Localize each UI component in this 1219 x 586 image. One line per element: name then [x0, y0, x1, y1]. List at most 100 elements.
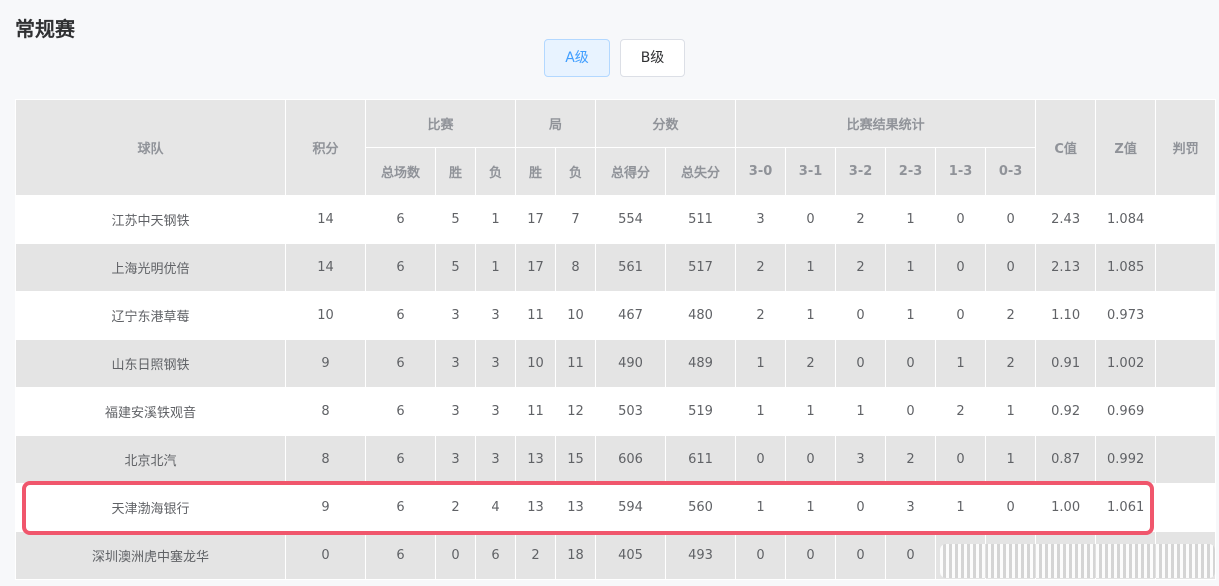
- stat-cell: 0: [735, 531, 787, 580]
- table-row: 福建安溪铁观音 8 6 3 3 11 12 503 519 1 1 1 0 2 1 0.92 0.969: [15, 387, 1217, 436]
- stat-cell: 12: [555, 387, 597, 436]
- stat-cell: 0: [435, 531, 476, 580]
- subheader-cell: 总场数: [365, 147, 436, 196]
- tab-level-b[interactable]: B级: [620, 39, 685, 77]
- stat-cell: [1155, 243, 1217, 292]
- stat-cell: 3: [435, 387, 476, 436]
- stat-cell: 0: [835, 339, 887, 388]
- tab-level-a[interactable]: A级: [544, 39, 610, 77]
- stat-cell: 0: [835, 291, 887, 340]
- stat-cell: 8: [285, 387, 366, 436]
- stat-cell: 2: [735, 243, 787, 292]
- stat-cell: 1: [785, 483, 837, 532]
- stat-cell: 17: [515, 243, 557, 292]
- stat-cell: 14: [285, 243, 366, 292]
- subheader-cell: 负: [474, 147, 517, 196]
- stat-cell: 1: [985, 387, 1037, 436]
- stat-cell: 1.061: [1095, 483, 1157, 532]
- subheader-cell: 胜: [515, 147, 557, 196]
- header-z-value: Z值: [1095, 99, 1157, 196]
- stat-cell: 3: [474, 435, 517, 484]
- stat-cell: 17: [515, 195, 557, 244]
- stat-cell: [1155, 339, 1217, 388]
- stat-cell: 2: [935, 387, 987, 436]
- subheader-cell: 总失分: [665, 147, 737, 196]
- stat-cell: 3: [474, 291, 517, 340]
- table-row: 江苏中天钢铁 14 6 5 1 17 7 554 511 3 0 2 1 0 0 2.43 1.084: [15, 195, 1217, 244]
- stat-cell: 1.085: [1095, 243, 1157, 292]
- stat-cell: 0: [885, 531, 937, 580]
- stat-cell: 3: [735, 195, 787, 244]
- stat-cell: 3: [435, 339, 476, 388]
- stat-cell: 467: [595, 291, 667, 340]
- stat-cell: 1: [785, 243, 837, 292]
- stat-cell: 554: [595, 195, 667, 244]
- stat-cell: 8: [555, 243, 597, 292]
- team-name-cell: 辽宁东港草莓: [15, 291, 286, 340]
- stat-cell: 560: [665, 483, 737, 532]
- stat-cell: 0: [985, 243, 1037, 292]
- team-name-cell: 上海光明优倍: [15, 243, 286, 292]
- page-title: 常规赛: [15, 17, 75, 41]
- stat-cell: 0: [985, 483, 1037, 532]
- header-set: 局: [515, 99, 597, 148]
- stat-cell: 0: [935, 291, 987, 340]
- stat-cell: 2: [985, 291, 1037, 340]
- stat-cell: 3: [474, 339, 517, 388]
- table-row: 辽宁东港草莓 10 6 3 3 11 10 467 480 2 1 0 1 0 2 1.10 0.973: [15, 291, 1217, 340]
- stat-cell: 15: [555, 435, 597, 484]
- stat-cell: 0: [985, 195, 1037, 244]
- stat-cell: 6: [365, 291, 436, 340]
- stat-cell: 3: [474, 387, 517, 436]
- subheader-cell: 胜: [435, 147, 476, 196]
- stat-cell: 0.92: [1035, 387, 1097, 436]
- stat-cell: 2: [735, 291, 787, 340]
- stat-cell: 3: [835, 435, 887, 484]
- team-name-cell: 江苏中天钢铁: [15, 195, 286, 244]
- stat-cell: 511: [665, 195, 737, 244]
- stat-cell: 6: [365, 435, 436, 484]
- stat-cell: 10: [555, 291, 597, 340]
- header-result: 比赛结果统计: [735, 99, 1037, 148]
- stat-cell: 0: [935, 435, 987, 484]
- stat-cell: 3: [435, 435, 476, 484]
- subheader-cell: 总得分: [595, 147, 667, 196]
- stat-cell: 8: [285, 435, 366, 484]
- stat-cell: 1: [935, 483, 987, 532]
- subheader-cell: 负: [555, 147, 597, 196]
- stat-cell: 0: [735, 435, 787, 484]
- watermark-overlay: [940, 544, 1215, 578]
- table-row: 山东日照钢铁 9 6 3 3 10 11 490 489 1 2 0 0 1 2 0.91 1.002: [15, 339, 1217, 388]
- stat-cell: 2: [785, 339, 837, 388]
- stat-cell: 0: [285, 531, 366, 580]
- stat-cell: 503: [595, 387, 667, 436]
- stat-cell: 14: [285, 195, 366, 244]
- header-score: 分数: [595, 99, 737, 148]
- table-row: 天津渤海银行 9 6 2 4 13 13 594 560 1 1 0 3 1 0 1.00 1.061: [15, 483, 1217, 532]
- table-row: 北京北汽 8 6 3 3 13 15 606 611 0 0 3 2 0 1 0.87 0.992: [15, 435, 1217, 484]
- stat-cell: 6: [365, 339, 436, 388]
- stat-cell: 1.10: [1035, 291, 1097, 340]
- team-name-cell: 山东日照钢铁: [15, 339, 286, 388]
- stat-cell: 6: [365, 483, 436, 532]
- subheader-cell: 3-2: [835, 147, 887, 196]
- stat-cell: 594: [595, 483, 667, 532]
- stat-cell: 7: [555, 195, 597, 244]
- team-name-cell: 深圳澳洲虎中塞龙华: [15, 531, 286, 580]
- stat-cell: 0.91: [1035, 339, 1097, 388]
- stat-cell: 13: [515, 483, 557, 532]
- stat-cell: 5: [435, 195, 476, 244]
- stat-cell: 405: [595, 531, 667, 580]
- stat-cell: 13: [555, 483, 597, 532]
- stat-cell: 0.969: [1095, 387, 1157, 436]
- stat-cell: 1: [985, 435, 1037, 484]
- stat-cell: 18: [555, 531, 597, 580]
- stat-cell: 6: [365, 243, 436, 292]
- stat-cell: 0: [935, 243, 987, 292]
- stat-cell: 10: [515, 339, 557, 388]
- stat-cell: 1: [835, 387, 887, 436]
- stat-cell: 6: [365, 387, 436, 436]
- stat-cell: 561: [595, 243, 667, 292]
- stat-cell: 6: [365, 195, 436, 244]
- stat-cell: 519: [665, 387, 737, 436]
